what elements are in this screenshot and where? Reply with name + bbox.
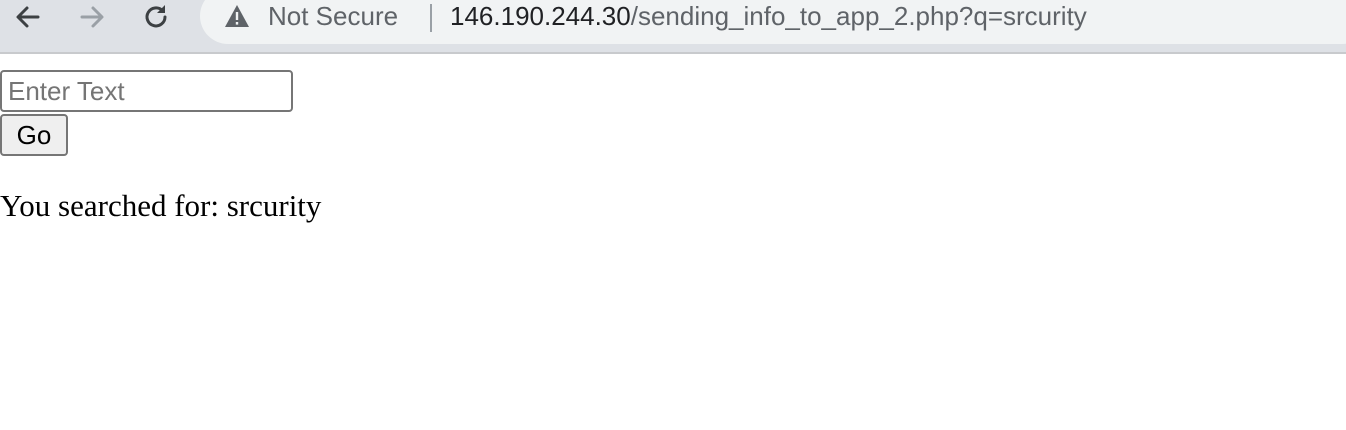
url-text[interactable]: 146.190.244.30/sending_info_to_app_2.php… [450,1,1087,31]
warning-triangle-icon[interactable] [224,4,250,28]
url-divider [430,4,432,32]
back-button[interactable] [11,0,45,34]
forward-arrow-icon [80,6,104,28]
search-result-text: You searched for: srcurity [0,188,322,223]
browser-toolbar: Not Secure 146.190.244.30/sending_info_t… [0,0,1346,54]
go-button[interactable]: Go [0,114,68,156]
reload-icon [145,5,167,28]
address-bar[interactable]: Not Secure 146.190.244.30/sending_info_t… [200,0,1346,44]
url-host: 146.190.244.30 [450,1,631,31]
security-status-label[interactable]: Not Secure [268,1,398,31]
forward-button[interactable] [75,0,109,34]
search-input[interactable] [0,70,293,112]
reload-button[interactable] [139,0,173,34]
url-path: /sending_info_to_app_2.php?q=srcurity [630,1,1087,31]
page-content: Go You searched for: srcurity [0,54,1346,430]
back-arrow-icon [16,6,40,28]
